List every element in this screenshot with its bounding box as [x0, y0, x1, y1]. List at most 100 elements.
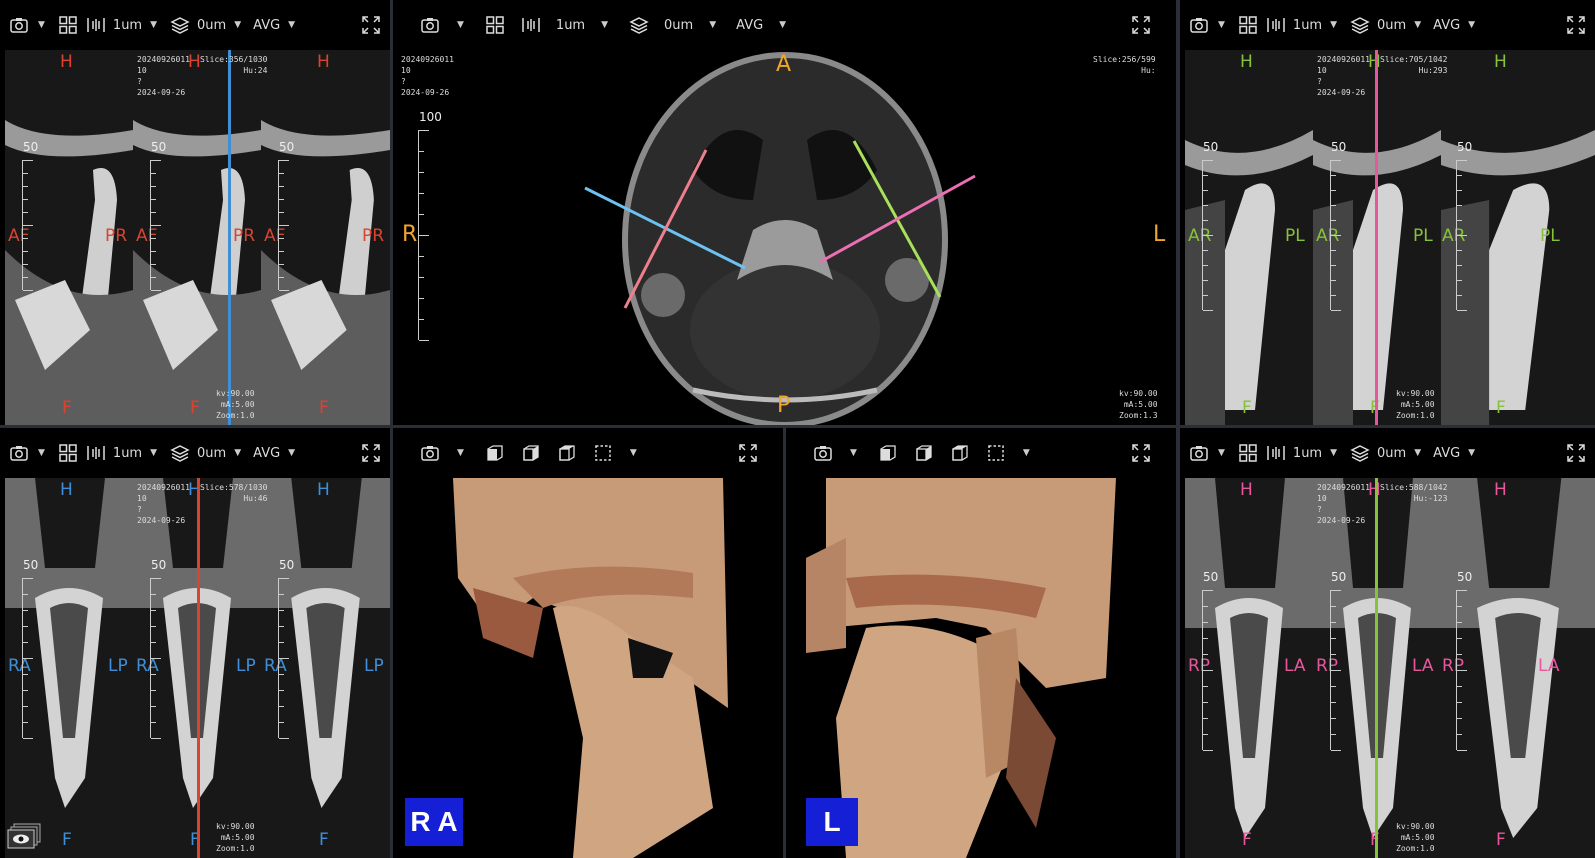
camera-icon[interactable] — [8, 439, 30, 467]
image-viewport[interactable]: A P R L 100 20240926011 10 ? 2024-09-26 … — [393, 50, 1176, 425]
camera-icon[interactable] — [419, 439, 441, 467]
layer-value[interactable]: 0um — [1377, 11, 1406, 39]
volume-render-left-pane[interactable]: ▼ ▼ L — [786, 428, 1176, 858]
thickness-value[interactable]: 1um — [1293, 439, 1322, 467]
layer-value[interactable]: 0um — [197, 439, 226, 467]
fullscreen-icon[interactable] — [360, 439, 382, 467]
grid-layout-icon[interactable] — [1237, 11, 1259, 39]
layers-icon[interactable] — [169, 11, 191, 39]
layers-icon[interactable] — [169, 439, 191, 467]
thickness-dropdown-icon[interactable]: ▼ — [150, 20, 157, 30]
grid-layout-icon[interactable] — [57, 439, 79, 467]
thickness-dropdown-icon[interactable]: ▼ — [150, 448, 157, 458]
layer-dropdown-icon[interactable]: ▼ — [234, 448, 241, 458]
render-mode[interactable]: AVG — [1433, 11, 1460, 39]
slice-thickness-icon[interactable] — [85, 11, 107, 39]
fullscreen-icon[interactable] — [1565, 11, 1587, 39]
slice-thickness-icon[interactable] — [1265, 439, 1287, 467]
camera-icon[interactable] — [8, 11, 30, 39]
mode-dropdown-icon[interactable]: ▼ — [1468, 20, 1475, 30]
slice-thickness-icon[interactable] — [1265, 11, 1287, 39]
cube-top-icon[interactable] — [949, 439, 971, 467]
mode-dropdown-icon[interactable]: ▼ — [779, 20, 786, 30]
sagittal-view-pane[interactable]: ▼ 1um ▼ 0um ▼ AVG ▼ H H H F F F AF AF AF… — [0, 0, 390, 425]
thickness-dropdown-icon[interactable]: ▼ — [601, 20, 608, 30]
layers-icon[interactable] — [1349, 11, 1371, 39]
thickness-dropdown-icon[interactable]: ▼ — [1330, 448, 1337, 458]
fullscreen-icon[interactable] — [737, 439, 759, 467]
mode-dropdown-icon[interactable]: ▼ — [288, 448, 295, 458]
camera-icon[interactable] — [1188, 439, 1210, 467]
crop-dropdown-icon[interactable]: ▼ — [630, 448, 637, 458]
camera-dropdown-icon[interactable]: ▼ — [457, 448, 464, 458]
image-viewport[interactable]: L — [786, 478, 1176, 858]
crop-dropdown-icon[interactable]: ▼ — [1023, 448, 1030, 458]
visibility-toggle-button[interactable] — [6, 822, 42, 850]
fullscreen-icon[interactable] — [1130, 439, 1152, 467]
camera-icon[interactable] — [1188, 11, 1210, 39]
thickness-value[interactable]: 1um — [1293, 11, 1322, 39]
thickness-value[interactable]: 1um — [113, 11, 142, 39]
image-viewport[interactable]: R A — [393, 478, 783, 858]
image-viewport[interactable]: H H H F F F AR AR AR PL PL PL 50 50 50 2… — [1180, 50, 1595, 425]
render-mode[interactable]: AVG — [1433, 439, 1460, 467]
mode-dropdown-icon[interactable]: ▼ — [288, 20, 295, 30]
ruler-tick — [151, 173, 156, 174]
image-viewport[interactable]: H H H F F F RA RA RA LP LP LP 50 50 50 2… — [0, 478, 390, 858]
slice-thickness-icon[interactable] — [85, 439, 107, 467]
camera-dropdown-icon[interactable]: ▼ — [1218, 20, 1225, 30]
cube-top-icon[interactable] — [556, 439, 578, 467]
layer-value[interactable]: 0um — [664, 11, 693, 39]
camera-dropdown-icon[interactable]: ▼ — [457, 20, 464, 30]
fullscreen-icon[interactable] — [1130, 11, 1152, 39]
layers-icon[interactable] — [628, 11, 650, 39]
orientation-cube[interactable]: R A — [405, 798, 463, 846]
slice-thickness-icon[interactable] — [520, 11, 542, 39]
fullscreen-icon[interactable] — [1565, 439, 1587, 467]
grid-layout-icon[interactable] — [1237, 439, 1259, 467]
layer-dropdown-icon[interactable]: ▼ — [1414, 448, 1421, 458]
image-viewport[interactable]: H H H F F F RP RP RP LA LA LA 50 50 50 2… — [1180, 478, 1595, 858]
crossline[interactable] — [1375, 50, 1378, 425]
ruler-label: 50 — [151, 558, 167, 572]
grid-layout-icon[interactable] — [57, 11, 79, 39]
coronal-right-view-pane[interactable]: ▼ 1um ▼ 0um ▼ AVG ▼ H H H F F F RA RA RA… — [0, 428, 390, 858]
ruler-tick — [1203, 295, 1208, 296]
render-mode[interactable]: AVG — [736, 11, 763, 39]
render-mode[interactable]: AVG — [253, 11, 280, 39]
camera-icon[interactable] — [812, 439, 834, 467]
thickness-value[interactable]: 1um — [113, 439, 142, 467]
render-mode[interactable]: AVG — [253, 439, 280, 467]
crop-select-icon[interactable] — [985, 439, 1007, 467]
grid-layout-icon[interactable] — [484, 11, 506, 39]
fullscreen-icon[interactable] — [360, 11, 382, 39]
layer-value[interactable]: 0um — [1377, 439, 1406, 467]
cube-side-icon[interactable] — [913, 439, 935, 467]
axial-view-pane[interactable]: ▼ 1um ▼ 0um ▼ AVG ▼ A P R L 100 20240926… — [393, 0, 1176, 425]
orientation-cube[interactable]: L — [806, 798, 858, 846]
crossline[interactable] — [1375, 478, 1378, 858]
layer-value[interactable]: 0um — [197, 11, 226, 39]
layer-dropdown-icon[interactable]: ▼ — [709, 20, 716, 30]
cube-side-icon[interactable] — [520, 439, 542, 467]
image-viewport[interactable]: H H H F F F AF AF AF PR PR PR 50 50 50 2… — [0, 50, 390, 425]
sagittal-left-view-pane[interactable]: ▼ 1um ▼ 0um ▼ AVG ▼ H H H F F F AR AR AR… — [1180, 0, 1595, 425]
camera-dropdown-icon[interactable]: ▼ — [38, 20, 45, 30]
cube-front-icon[interactable] — [877, 439, 899, 467]
coronal-left-view-pane[interactable]: ▼ 1um ▼ 0um ▼ AVG ▼ H H H F F F RP RP RP… — [1180, 428, 1595, 858]
cube-front-icon[interactable] — [484, 439, 506, 467]
mode-dropdown-icon[interactable]: ▼ — [1468, 448, 1475, 458]
crossline[interactable] — [228, 50, 231, 425]
layer-dropdown-icon[interactable]: ▼ — [1414, 20, 1421, 30]
camera-icon[interactable] — [419, 11, 441, 39]
camera-dropdown-icon[interactable]: ▼ — [1218, 448, 1225, 458]
layers-icon[interactable] — [1349, 439, 1371, 467]
thickness-dropdown-icon[interactable]: ▼ — [1330, 20, 1337, 30]
thickness-value[interactable]: 1um — [556, 11, 585, 39]
layer-dropdown-icon[interactable]: ▼ — [234, 20, 241, 30]
camera-dropdown-icon[interactable]: ▼ — [38, 448, 45, 458]
camera-dropdown-icon[interactable]: ▼ — [850, 448, 857, 458]
volume-render-right-pane[interactable]: ▼ ▼ R A — [393, 428, 783, 858]
crossline[interactable] — [197, 478, 200, 858]
crop-select-icon[interactable] — [592, 439, 614, 467]
